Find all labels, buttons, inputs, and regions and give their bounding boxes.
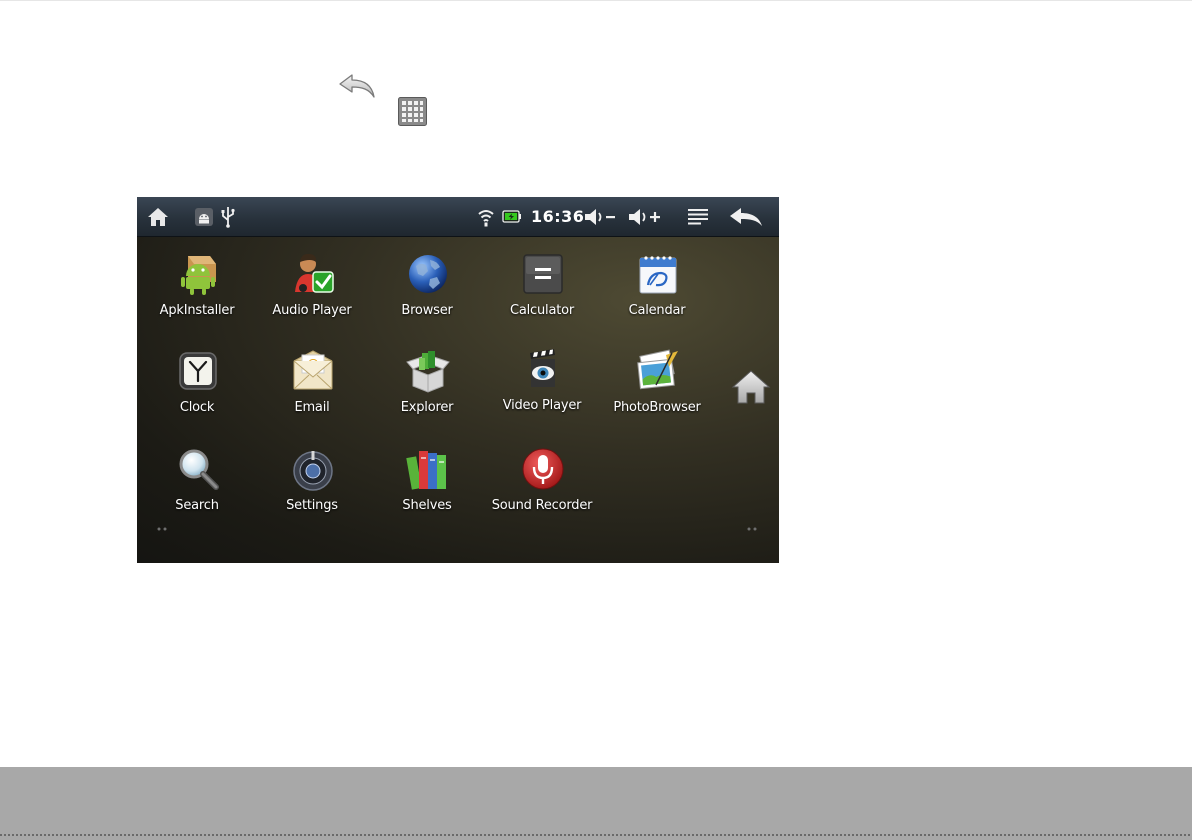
status-bar: 16:36 <box>137 197 779 237</box>
menu-icon[interactable] <box>687 208 709 226</box>
app-label: ApkInstaller <box>159 303 235 318</box>
app-explorer[interactable]: Explorer <box>368 349 486 439</box>
home-icon[interactable] <box>147 206 169 228</box>
settings-icon <box>293 451 333 491</box>
sound-recorder-icon <box>522 448 564 490</box>
app-sound-recorder[interactable]: Sound Recorder <box>483 447 601 537</box>
app-apkinstaller[interactable]: ApkInstaller <box>138 252 256 342</box>
app-calendar[interactable]: Calendar <box>598 252 716 342</box>
app-drawer-grid-icon <box>398 97 427 126</box>
app-photobrowser[interactable]: PhotoBrowser <box>598 349 716 439</box>
app-email[interactable]: @ Email <box>253 349 371 439</box>
app-calculator[interactable]: Calculator <box>483 252 601 342</box>
footer-dotted-rule <box>0 834 1192 836</box>
search-icon <box>179 449 219 490</box>
app-clock[interactable]: Clock <box>138 349 256 439</box>
app-label: Email <box>294 400 330 415</box>
app-label: Video Player <box>502 398 582 413</box>
audio-player-icon <box>295 253 334 293</box>
calendar-icon <box>639 256 677 294</box>
calculator-icon <box>523 254 563 294</box>
app-search[interactable]: Search <box>138 447 256 537</box>
shelves-icon <box>406 451 446 490</box>
app-shelves[interactable]: Shelves <box>368 447 486 537</box>
app-label: Browser <box>401 303 453 318</box>
app-label: PhotoBrowser <box>613 400 701 415</box>
video-player-icon <box>530 349 555 387</box>
footer-band <box>0 767 1192 840</box>
back-arrow-icon <box>339 74 375 98</box>
photo-browser-icon <box>637 349 678 390</box>
browser-globe-icon <box>409 255 447 293</box>
app-label: Calculator <box>509 303 575 318</box>
app-label: Settings <box>286 498 338 513</box>
app-label: Search <box>175 498 219 513</box>
pager-indicator <box>747 527 757 531</box>
app-browser[interactable]: Browser <box>368 252 486 342</box>
pager-indicator <box>157 527 167 531</box>
app-label: Explorer <box>400 400 454 415</box>
app-settings[interactable]: Settings <box>253 447 371 537</box>
status-time: 16:36 <box>531 207 585 226</box>
back-icon[interactable] <box>729 206 763 228</box>
device-screen: 16:36 ApkInstaller Audio Player Browser … <box>137 197 779 563</box>
home-icon[interactable] <box>731 369 771 405</box>
volume-down-icon[interactable] <box>583 206 617 228</box>
email-icon: @ <box>293 350 333 390</box>
apk-installer-icon <box>181 256 216 295</box>
android-debug-icon <box>195 208 213 226</box>
app-label: Audio Player <box>272 303 352 318</box>
clock-icon <box>179 352 217 390</box>
top-rule <box>0 0 1192 1</box>
app-label: Sound Recorder <box>491 498 593 513</box>
usb-icon <box>221 207 235 228</box>
battery-icon <box>502 210 521 223</box>
app-label: Clock <box>179 400 215 415</box>
volume-up-icon[interactable] <box>627 206 663 228</box>
app-video-player[interactable]: Video Player <box>483 347 601 437</box>
wifi-icon <box>478 210 494 227</box>
app-audio-player[interactable]: Audio Player <box>253 252 371 342</box>
explorer-icon <box>406 351 450 393</box>
app-label: Shelves <box>402 498 452 513</box>
app-label: Calendar <box>628 303 686 318</box>
